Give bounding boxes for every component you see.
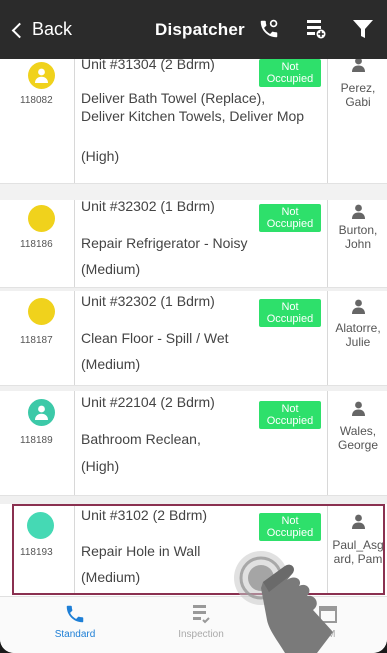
unit-label: Unit #32302 (1 Bdrm)	[81, 198, 215, 214]
app-header: Back Dispatcher	[0, 0, 387, 59]
list-item[interactable]: 118187 Unit #32302 (1 Bdrm) Not Occupied…	[0, 291, 387, 385]
filter-button[interactable]	[352, 18, 374, 40]
row-left-column: 118187	[0, 291, 75, 385]
list-item[interactable]: 118082 Unit #31304 (2 Bdrm) Not Occupied…	[0, 59, 387, 183]
unit-label: Unit #32302 (1 Bdrm)	[81, 293, 215, 309]
work-order-id: 118187	[20, 335, 53, 346]
assignee-name: Burton, John	[338, 223, 378, 251]
filter-icon	[353, 20, 373, 38]
person-icon	[352, 299, 365, 314]
assignee-name: Perez, Gabi	[340, 81, 376, 109]
work-order-id: 118189	[20, 435, 53, 446]
tab-standard-label: Standard	[54, 629, 96, 640]
row-left-column: 118189	[0, 391, 75, 495]
app-screen: Back Dispatcher 118082 Unit #31304 (2 Bd…	[0, 0, 387, 653]
person-icon	[352, 59, 365, 72]
row-divider	[0, 495, 387, 504]
avatar	[28, 399, 55, 426]
status-badge: Not Occupied	[259, 59, 321, 87]
status-badge: Not Occupied	[259, 299, 321, 327]
list-item[interactable]: 118189 Unit #22104 (2 Bdrm) Not Occupied…	[0, 391, 387, 495]
task-description: Bathroom Reclean,	[81, 431, 201, 447]
group-user-icon	[35, 405, 48, 420]
row-right-column: Perez, Gabi	[327, 59, 387, 183]
status-badge: Not Occupied	[259, 401, 321, 429]
hand-pointer-icon	[234, 551, 333, 653]
page-title: Dispatcher	[155, 20, 245, 39]
chevron-left-icon	[11, 22, 28, 38]
task-description: Deliver Bath Towel (Replace), Deliver Ki…	[81, 90, 305, 124]
phone-settings-icon	[260, 19, 278, 38]
row-right-column: Wales, George	[327, 391, 387, 495]
person-icon	[352, 204, 365, 219]
priority-label: (Medium)	[81, 356, 141, 372]
priority-label: (Medium)	[81, 261, 141, 277]
checklist-icon	[193, 605, 210, 624]
back-button[interactable]: Back	[11, 19, 73, 40]
person-icon	[352, 401, 365, 416]
list-add-icon	[307, 20, 326, 39]
assignee-name: Wales, George	[337, 424, 379, 452]
task-description: Clean Floor - Spill / Wet	[81, 330, 229, 346]
priority-label: (High)	[81, 458, 120, 474]
assignee-name: Alatorre, Julie	[335, 321, 381, 349]
list-item[interactable]: 118186 Unit #32302 (1 Bdrm) Not Occupied…	[0, 198, 387, 289]
priority-label: (High)	[81, 148, 120, 164]
unit-label: Unit #31304 (2 Bdrm)	[81, 59, 215, 72]
group-user-icon	[35, 68, 48, 83]
add-filter-button[interactable]	[306, 18, 326, 40]
row-right-column: Alatorre, Julie	[327, 291, 387, 385]
tap-gesture-pointer	[225, 548, 355, 653]
status-badge: Not Occupied	[259, 204, 321, 232]
task-description: Repair Refrigerator - Noisy	[81, 235, 248, 251]
phone-icon	[66, 605, 84, 623]
avatar	[28, 205, 55, 232]
row-left-column: 118082	[0, 59, 75, 183]
work-order-list[interactable]: 118082 Unit #31304 (2 Bdrm) Not Occupied…	[0, 59, 387, 596]
work-order-id: 118186	[20, 239, 53, 250]
tab-inspection-label: Inspection	[178, 629, 224, 640]
avatar	[28, 298, 55, 325]
avatar	[28, 62, 55, 89]
row-left-column: 118186	[0, 200, 75, 289]
phone-call-button[interactable]	[258, 18, 280, 40]
work-order-id: 118082	[20, 95, 53, 106]
back-label: Back	[32, 19, 73, 39]
unit-label: Unit #22104 (2 Bdrm)	[81, 394, 215, 410]
row-right-column: Burton, John	[327, 200, 387, 289]
tab-standard[interactable]: Standard	[35, 603, 115, 640]
